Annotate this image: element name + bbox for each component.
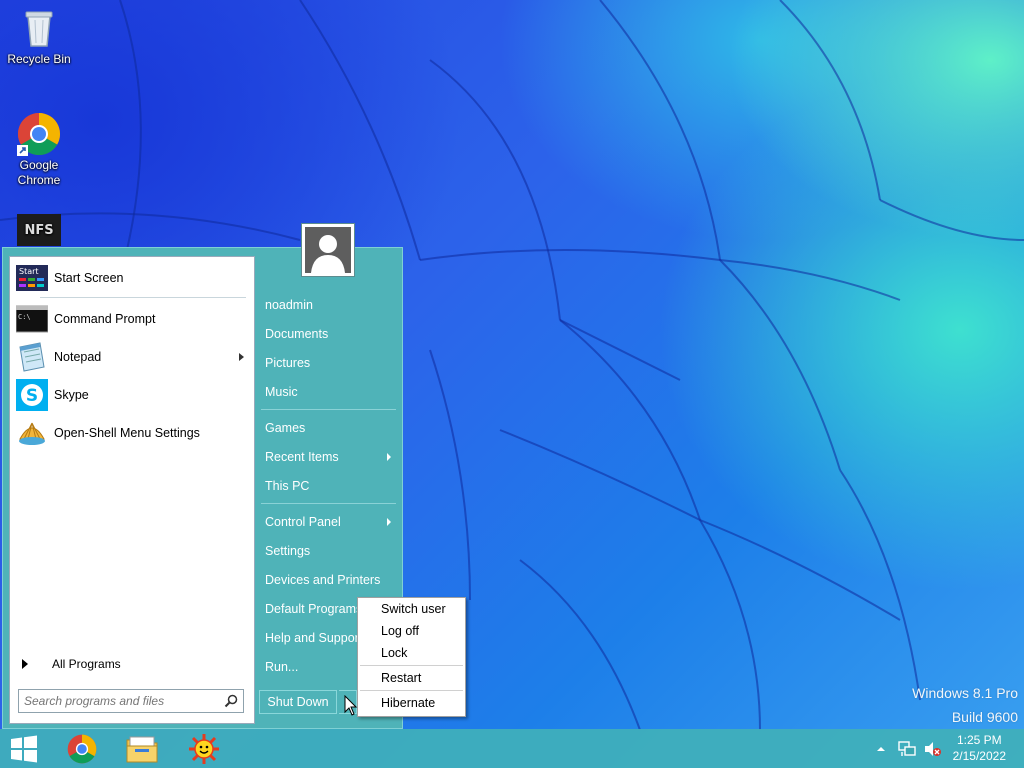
- taskbar: 1:25 PM 2/15/2022: [0, 729, 1024, 768]
- program-command-prompt[interactable]: C:\ Command Prompt: [15, 302, 248, 336]
- separator: [40, 297, 246, 298]
- menu-item-log-off[interactable]: Log off: [381, 621, 419, 641]
- taskbar-sun-app[interactable]: [184, 731, 224, 766]
- search-input[interactable]: [24, 691, 220, 711]
- notepad-icon: [16, 341, 48, 373]
- sun-app-icon: [189, 733, 219, 764]
- recycle-bin-icon: [17, 6, 61, 50]
- program-label: Open-Shell Menu Settings: [54, 426, 200, 440]
- start-item-music[interactable]: Music: [265, 381, 395, 403]
- start-item-control-panel[interactable]: Control Panel: [265, 511, 395, 533]
- clock-date: 2/15/2022: [952, 749, 1006, 763]
- volume-muted-icon[interactable]: [924, 741, 942, 757]
- desktop-icon-chrome[interactable]: Google Chrome: [1, 112, 77, 188]
- svg-text:NFS: NFS: [24, 223, 53, 238]
- menu-item-switch-user[interactable]: Switch user: [381, 599, 446, 619]
- search-icon[interactable]: [224, 694, 238, 708]
- search-box[interactable]: [18, 689, 244, 713]
- desktop-icon-nfs[interactable]: NFS: [1, 214, 77, 248]
- shut-down-button[interactable]: Shut Down: [259, 690, 337, 714]
- user-icon: [311, 235, 345, 273]
- start-item-pictures[interactable]: Pictures: [265, 352, 395, 374]
- start-item-recent-items[interactable]: Recent Items: [265, 446, 395, 468]
- start-item-settings[interactable]: Settings: [265, 540, 395, 562]
- windows-start-icon: [11, 735, 37, 762]
- start-item-user[interactable]: noadmin: [265, 294, 395, 316]
- svg-text:C:\: C:\: [18, 313, 31, 321]
- skype-icon: S: [16, 379, 48, 411]
- submenu-arrow-icon: [239, 353, 244, 361]
- taskbar-chrome[interactable]: [62, 731, 102, 766]
- separator: [261, 503, 396, 504]
- menu-separator: [360, 690, 463, 691]
- menu-item-lock[interactable]: Lock: [381, 643, 407, 663]
- command-prompt-icon: C:\: [15, 303, 49, 335]
- start-item-games[interactable]: Games: [265, 417, 395, 439]
- system-clock[interactable]: 1:25 PM 2/15/2022: [953, 732, 1006, 764]
- start-item-devices-printers[interactable]: Devices and Printers: [265, 569, 395, 591]
- submenu-arrow-icon: [387, 518, 391, 526]
- user-avatar[interactable]: [301, 223, 355, 277]
- file-explorer-icon: [126, 736, 158, 762]
- desktop-icon-label: Google Chrome: [17, 158, 61, 187]
- start-menu: Start Start Screen C:\ Command Prompt No…: [2, 223, 403, 729]
- program-open-shell-settings[interactable]: Open-Shell Menu Settings: [16, 416, 248, 450]
- start-item-help-support[interactable]: Help and Support: [265, 627, 357, 649]
- taskbar-file-explorer[interactable]: [122, 731, 162, 766]
- chrome-icon: [67, 734, 97, 763]
- start-item-default-programs[interactable]: Default Programs: [265, 598, 357, 620]
- program-label: Skype: [54, 388, 89, 402]
- programs-pane: Start Start Screen C:\ Command Prompt No…: [9, 256, 255, 724]
- start-item-documents[interactable]: Documents: [265, 323, 395, 345]
- nfs-game-icon: NFS: [17, 214, 61, 246]
- desktop-icon-label: Recycle Bin: [7, 52, 71, 66]
- program-notepad[interactable]: Notepad: [16, 340, 248, 374]
- separator: [261, 409, 396, 410]
- program-skype[interactable]: S Skype: [16, 378, 248, 412]
- open-shell-icon: [16, 417, 48, 449]
- all-programs-button[interactable]: All Programs: [16, 653, 248, 675]
- submenu-arrow-icon: [387, 453, 391, 461]
- network-icon[interactable]: [898, 740, 916, 757]
- program-start-screen[interactable]: Start Start Screen: [16, 261, 248, 295]
- mouse-cursor-icon: [344, 695, 358, 716]
- chrome-icon: [17, 112, 61, 156]
- os-watermark-edition: Windows 8.1 Pro: [912, 685, 1018, 701]
- system-tray: [876, 729, 942, 768]
- program-label: Notepad: [54, 350, 102, 364]
- os-watermark-build: Build 9600: [951, 709, 1018, 725]
- svg-text:Start: Start: [19, 267, 39, 276]
- menu-separator: [360, 665, 463, 666]
- program-label: Start Screen: [54, 271, 124, 285]
- program-label: Command Prompt: [54, 312, 156, 326]
- expand-arrow-icon: [22, 659, 28, 669]
- shutdown-options-menu: Switch user Log off Lock Restart Hiberna…: [357, 597, 466, 717]
- clock-time: 1:25 PM: [956, 733, 1002, 747]
- all-programs-label: All Programs: [52, 657, 121, 671]
- start-screen-icon: Start: [16, 262, 48, 294]
- start-button[interactable]: [4, 731, 44, 766]
- desktop-icon-recycle-bin[interactable]: Recycle Bin: [1, 6, 77, 67]
- menu-item-restart[interactable]: Restart: [381, 668, 421, 688]
- menu-item-hibernate[interactable]: Hibernate: [381, 693, 435, 713]
- svg-text:S: S: [26, 386, 38, 406]
- tray-expand-icon[interactable]: [876, 744, 886, 754]
- start-item-this-pc[interactable]: This PC: [265, 475, 395, 497]
